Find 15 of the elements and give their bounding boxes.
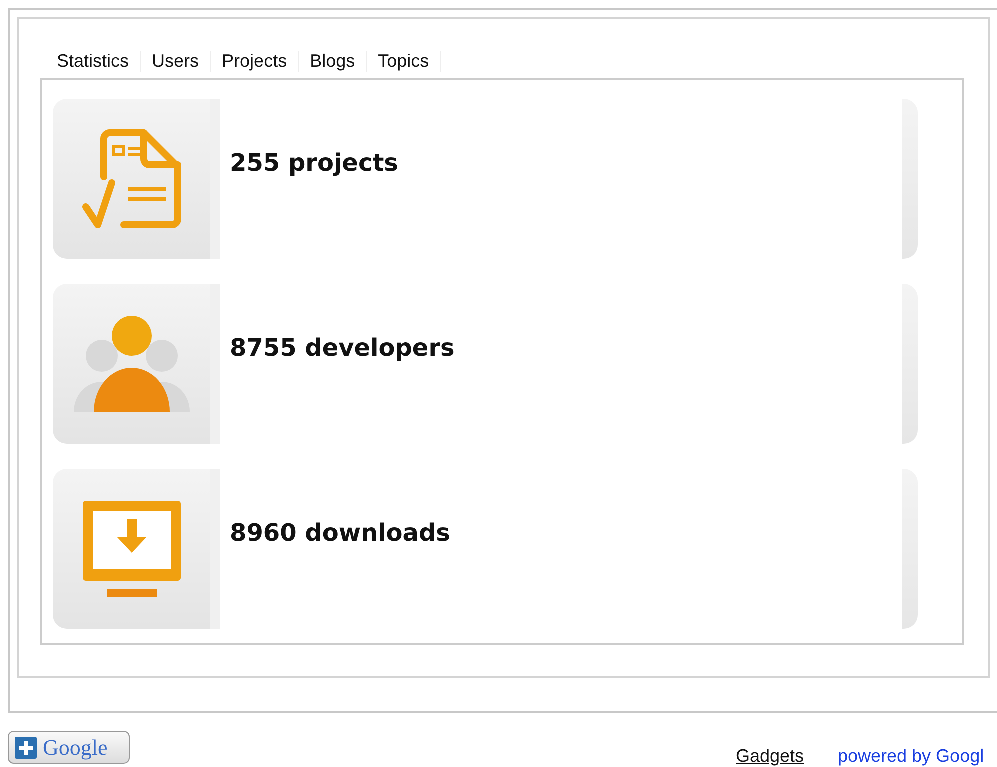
stat-text: 8755 developers (229, 333, 456, 364)
gadgets-link[interactable]: Gadgets (736, 746, 804, 767)
tab[interactable]: Blogs (299, 50, 368, 72)
stat-text: 255 projects (229, 148, 400, 179)
user-group-icon (74, 316, 190, 412)
powered-by-link[interactable]: powered by Googl (838, 746, 984, 767)
add-to-google-button[interactable]: Google (8, 731, 130, 764)
document-check-icon (82, 127, 182, 231)
stat-text: 8960 downloads (229, 518, 452, 549)
tab[interactable]: Topics (367, 50, 442, 72)
plus-icon (15, 736, 37, 758)
monitor-download-icon (82, 501, 180, 597)
tab[interactable]: Projects (211, 50, 300, 72)
tab[interactable]: Users (141, 50, 212, 72)
tab[interactable]: Statistics (46, 50, 142, 72)
